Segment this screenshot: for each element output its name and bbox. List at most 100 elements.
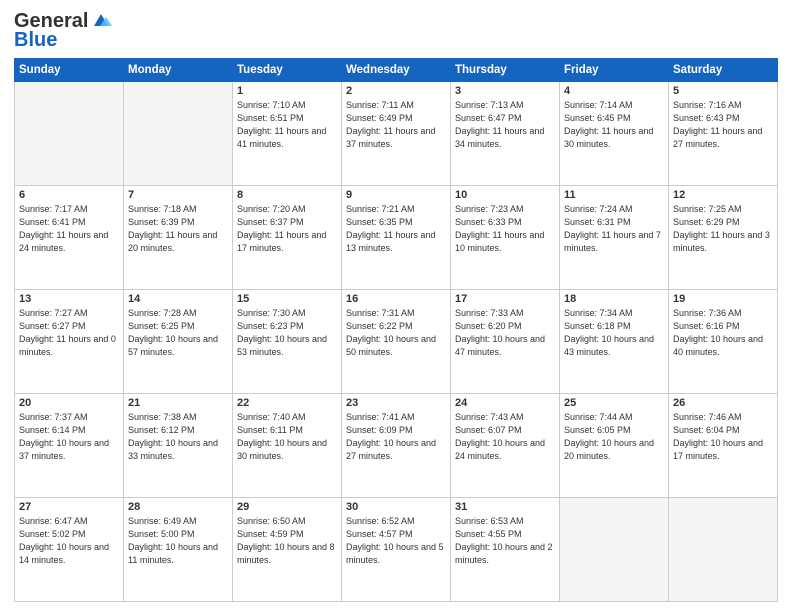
day-info: Sunrise: 7:36 AMSunset: 6:16 PMDaylight:… (673, 307, 773, 359)
calendar-cell: 2Sunrise: 7:11 AMSunset: 6:49 PMDaylight… (342, 82, 451, 186)
day-number: 15 (237, 293, 337, 305)
day-header-thursday: Thursday (451, 59, 560, 82)
calendar-cell: 21 Sunrise: 7:38 AMSunset: 6:12 PMDayligh… (124, 394, 233, 498)
day-number: 23 (346, 397, 446, 409)
calendar-cell: 22 Sunrise: 7:40 AMSunset: 6:11 PMDayligh… (233, 394, 342, 498)
calendar-cell: 1 Sunrise: 7:10 AMSunset: 6:51 PMDaylight… (233, 82, 342, 186)
day-info: Sunrise: 7:30 AMSunset: 6:23 PMDaylight:… (237, 307, 337, 359)
day-number: 21 (128, 397, 228, 409)
page-header: General Blue (14, 10, 778, 52)
calendar-cell: 18 Sunrise: 7:34 AMSunset: 6:18 PMDayligh… (560, 290, 669, 394)
day-number: 13 (19, 293, 119, 305)
day-number: 18 (564, 293, 664, 305)
day-number: 4 (564, 85, 664, 97)
day-number: 16 (346, 293, 446, 305)
day-number: 26 (673, 397, 773, 409)
calendar-cell: 25 Sunrise: 7:44 AMSunset: 6:05 PMDayligh… (560, 394, 669, 498)
day-info: Sunrise: 7:34 AMSunset: 6:18 PMDaylight:… (564, 307, 664, 359)
calendar-cell (560, 498, 669, 602)
day-number: 5 (673, 85, 773, 97)
day-info: Sunrise: 6:50 AMSunset: 4:59 PMDaylight:… (237, 515, 337, 567)
day-number: 31 (455, 501, 555, 513)
calendar-cell: 31 Sunrise: 6:53 AMSunset: 4:55 PMDayligh… (451, 498, 560, 602)
day-info: Sunrise: 7:10 AMSunset: 6:51 PMDaylight:… (237, 99, 337, 151)
day-number: 11 (564, 189, 664, 201)
day-info: Sunrise: 7:13 AMSunset: 6:47 PMDaylight:… (455, 99, 555, 151)
day-header-friday: Friday (560, 59, 669, 82)
day-number: 29 (237, 501, 337, 513)
calendar-cell: 29 Sunrise: 6:50 AMSunset: 4:59 PMDayligh… (233, 498, 342, 602)
day-info: Sunrise: 7:17 AMSunset: 6:41 PMDaylight:… (19, 203, 119, 255)
day-number: 20 (19, 397, 119, 409)
day-header-sunday: Sunday (15, 59, 124, 82)
day-number: 6 (19, 189, 119, 201)
day-number: 8 (237, 189, 337, 201)
day-number: 30 (346, 501, 446, 513)
day-info: Sunrise: 7:24 AMSunset: 6:31 PMDaylight:… (564, 203, 664, 255)
day-number: 14 (128, 293, 228, 305)
day-info: Sunrise: 7:23 AMSunset: 6:33 PMDaylight:… (455, 203, 555, 255)
calendar-cell: 9Sunrise: 7:21 AMSunset: 6:35 PMDaylight… (342, 186, 451, 290)
day-header-monday: Monday (124, 59, 233, 82)
day-info: Sunrise: 6:47 AMSunset: 5:02 PMDaylight:… (19, 515, 119, 567)
day-info: Sunrise: 7:27 AMSunset: 6:27 PMDaylight:… (19, 307, 119, 359)
calendar-cell: 7 Sunrise: 7:18 AMSunset: 6:39 PMDaylight… (124, 186, 233, 290)
calendar-cell: 11 Sunrise: 7:24 AMSunset: 6:31 PMDayligh… (560, 186, 669, 290)
day-number: 1 (237, 85, 337, 97)
day-info: Sunrise: 7:20 AMSunset: 6:37 PMDaylight:… (237, 203, 337, 255)
day-info: Sunrise: 7:25 AMSunset: 6:29 PMDaylight:… (673, 203, 773, 255)
calendar-cell: 13 Sunrise: 7:27 AMSunset: 6:27 PMDayligh… (15, 290, 124, 394)
calendar-cell: 24Sunrise: 7:43 AMSunset: 6:07 PMDayligh… (451, 394, 560, 498)
calendar-cell: 23Sunrise: 7:41 AMSunset: 6:09 PMDayligh… (342, 394, 451, 498)
calendar-week-row: 6 Sunrise: 7:17 AMSunset: 6:41 PMDaylight… (15, 186, 778, 290)
day-number: 22 (237, 397, 337, 409)
calendar-cell: 3 Sunrise: 7:13 AMSunset: 6:47 PMDaylight… (451, 82, 560, 186)
day-number: 10 (455, 189, 555, 201)
day-info: Sunrise: 7:38 AMSunset: 6:12 PMDaylight:… (128, 411, 228, 463)
calendar-cell: 5 Sunrise: 7:16 AMSunset: 6:43 PMDaylight… (669, 82, 778, 186)
day-number: 3 (455, 85, 555, 97)
calendar-cell (669, 498, 778, 602)
calendar-header-row: SundayMondayTuesdayWednesdayThursdayFrid… (15, 59, 778, 82)
calendar-cell: 4 Sunrise: 7:14 AMSunset: 6:45 PMDaylight… (560, 82, 669, 186)
day-info: Sunrise: 6:49 AMSunset: 5:00 PMDaylight:… (128, 515, 228, 567)
calendar-cell (124, 82, 233, 186)
day-info: Sunrise: 7:14 AMSunset: 6:45 PMDaylight:… (564, 99, 664, 151)
calendar-cell: 8 Sunrise: 7:20 AMSunset: 6:37 PMDaylight… (233, 186, 342, 290)
calendar-week-row: 1 Sunrise: 7:10 AMSunset: 6:51 PMDaylight… (15, 82, 778, 186)
calendar-cell (15, 82, 124, 186)
day-info: Sunrise: 7:28 AMSunset: 6:25 PMDaylight:… (128, 307, 228, 359)
calendar-cell: 19Sunrise: 7:36 AMSunset: 6:16 PMDayligh… (669, 290, 778, 394)
day-info: Sunrise: 7:46 AMSunset: 6:04 PMDaylight:… (673, 411, 773, 463)
calendar-cell: 12 Sunrise: 7:25 AMSunset: 6:29 PMDayligh… (669, 186, 778, 290)
calendar-cell: 20 Sunrise: 7:37 AMSunset: 6:14 PMDayligh… (15, 394, 124, 498)
day-info: Sunrise: 7:18 AMSunset: 6:39 PMDaylight:… (128, 203, 228, 255)
day-number: 25 (564, 397, 664, 409)
day-info: Sunrise: 7:33 AMSunset: 6:20 PMDaylight:… (455, 307, 555, 359)
day-number: 9 (346, 189, 446, 201)
calendar-cell: 28Sunrise: 6:49 AMSunset: 5:00 PMDayligh… (124, 498, 233, 602)
day-info: Sunrise: 7:11 AMSunset: 6:49 PMDaylight:… (346, 99, 446, 151)
logo-blue: Blue (14, 29, 57, 52)
calendar-cell: 15 Sunrise: 7:30 AMSunset: 6:23 PMDayligh… (233, 290, 342, 394)
day-header-tuesday: Tuesday (233, 59, 342, 82)
calendar-cell: 10 Sunrise: 7:23 AMSunset: 6:33 PMDayligh… (451, 186, 560, 290)
calendar-table: SundayMondayTuesdayWednesdayThursdayFrid… (14, 58, 778, 602)
calendar-week-row: 20 Sunrise: 7:37 AMSunset: 6:14 PMDayligh… (15, 394, 778, 498)
day-info: Sunrise: 6:52 AMSunset: 4:57 PMDaylight:… (346, 515, 446, 567)
calendar-cell: 30 Sunrise: 6:52 AMSunset: 4:57 PMDayligh… (342, 498, 451, 602)
logo: General Blue (14, 10, 112, 52)
day-info: Sunrise: 7:37 AMSunset: 6:14 PMDaylight:… (19, 411, 119, 463)
day-info: Sunrise: 7:16 AMSunset: 6:43 PMDaylight:… (673, 99, 773, 151)
day-info: Sunrise: 7:40 AMSunset: 6:11 PMDaylight:… (237, 411, 337, 463)
day-number: 7 (128, 189, 228, 201)
day-info: Sunrise: 6:53 AMSunset: 4:55 PMDaylight:… (455, 515, 555, 567)
day-header-wednesday: Wednesday (342, 59, 451, 82)
day-header-saturday: Saturday (669, 59, 778, 82)
calendar-cell: 6 Sunrise: 7:17 AMSunset: 6:41 PMDaylight… (15, 186, 124, 290)
calendar-cell: 26 Sunrise: 7:46 AMSunset: 6:04 PMDayligh… (669, 394, 778, 498)
day-number: 12 (673, 189, 773, 201)
day-info: Sunrise: 7:44 AMSunset: 6:05 PMDaylight:… (564, 411, 664, 463)
day-number: 27 (19, 501, 119, 513)
calendar-cell: 17Sunrise: 7:33 AMSunset: 6:20 PMDayligh… (451, 290, 560, 394)
